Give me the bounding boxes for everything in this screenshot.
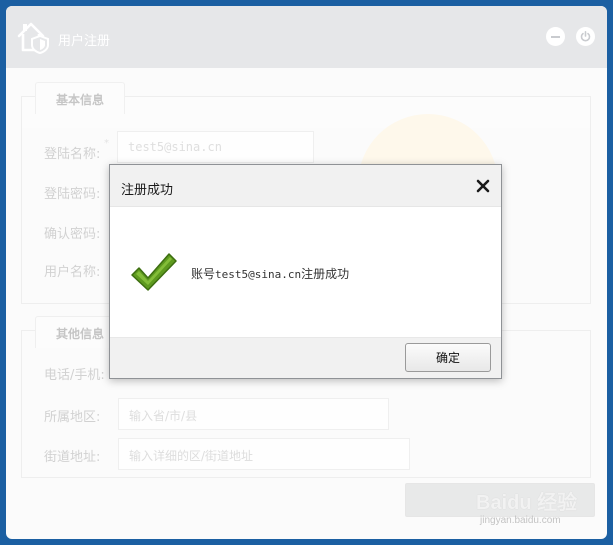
phone-label: 电话/手机:: [44, 368, 105, 383]
minimize-button[interactable]: [546, 27, 565, 46]
window-title: 用户注册: [58, 34, 111, 49]
dialog-body: 账号test5@sina.cn注册成功: [110, 207, 501, 337]
title-bar: 用户注册: [6, 6, 607, 68]
street-address-label: 街道地址:: [44, 450, 101, 465]
house-shield-icon: [17, 22, 49, 54]
region-input[interactable]: 输入省/市/县: [118, 398, 389, 430]
ok-button[interactable]: 确定: [405, 343, 491, 372]
watermark-url: jingyan.baidu.com: [480, 515, 561, 526]
required-mark: *: [104, 138, 109, 149]
login-name-label: 登陆名称:: [44, 147, 101, 162]
login-password-label: 登陆密码:: [44, 187, 101, 202]
basic-info-tab: 基本信息: [35, 82, 126, 114]
dialog-message: 账号test5@sina.cn注册成功: [191, 265, 349, 282]
close-window-button[interactable]: [576, 27, 595, 46]
confirm-password-label: 确认密码:: [44, 227, 101, 242]
watermark-logo: Baidu 经验: [476, 492, 578, 514]
street-address-input[interactable]: 输入详细的区/街道地址: [118, 438, 410, 470]
message-prefix: 账号: [191, 267, 216, 281]
checkmark-icon: [131, 253, 177, 291]
dialog-header: 注册成功: [110, 165, 501, 207]
success-dialog: 注册成功 账号test5@sina.cn注册成功 确定: [109, 164, 502, 379]
region-label: 所属地区:: [44, 410, 101, 425]
dialog-footer: 确定: [110, 337, 501, 378]
watermark: Baidu 经验 jingyan.baidu.com: [474, 482, 604, 532]
message-suffix: 注册成功: [301, 267, 350, 281]
login-name-input[interactable]: test5@sina.cn: [117, 131, 314, 163]
dialog-title: 注册成功: [121, 183, 174, 198]
user-name-label: 用户名称:: [44, 265, 101, 280]
power-icon: [580, 31, 591, 42]
close-icon[interactable]: [474, 177, 492, 195]
minimize-icon: [551, 35, 560, 38]
message-account: test5@sina.cn: [215, 268, 302, 281]
